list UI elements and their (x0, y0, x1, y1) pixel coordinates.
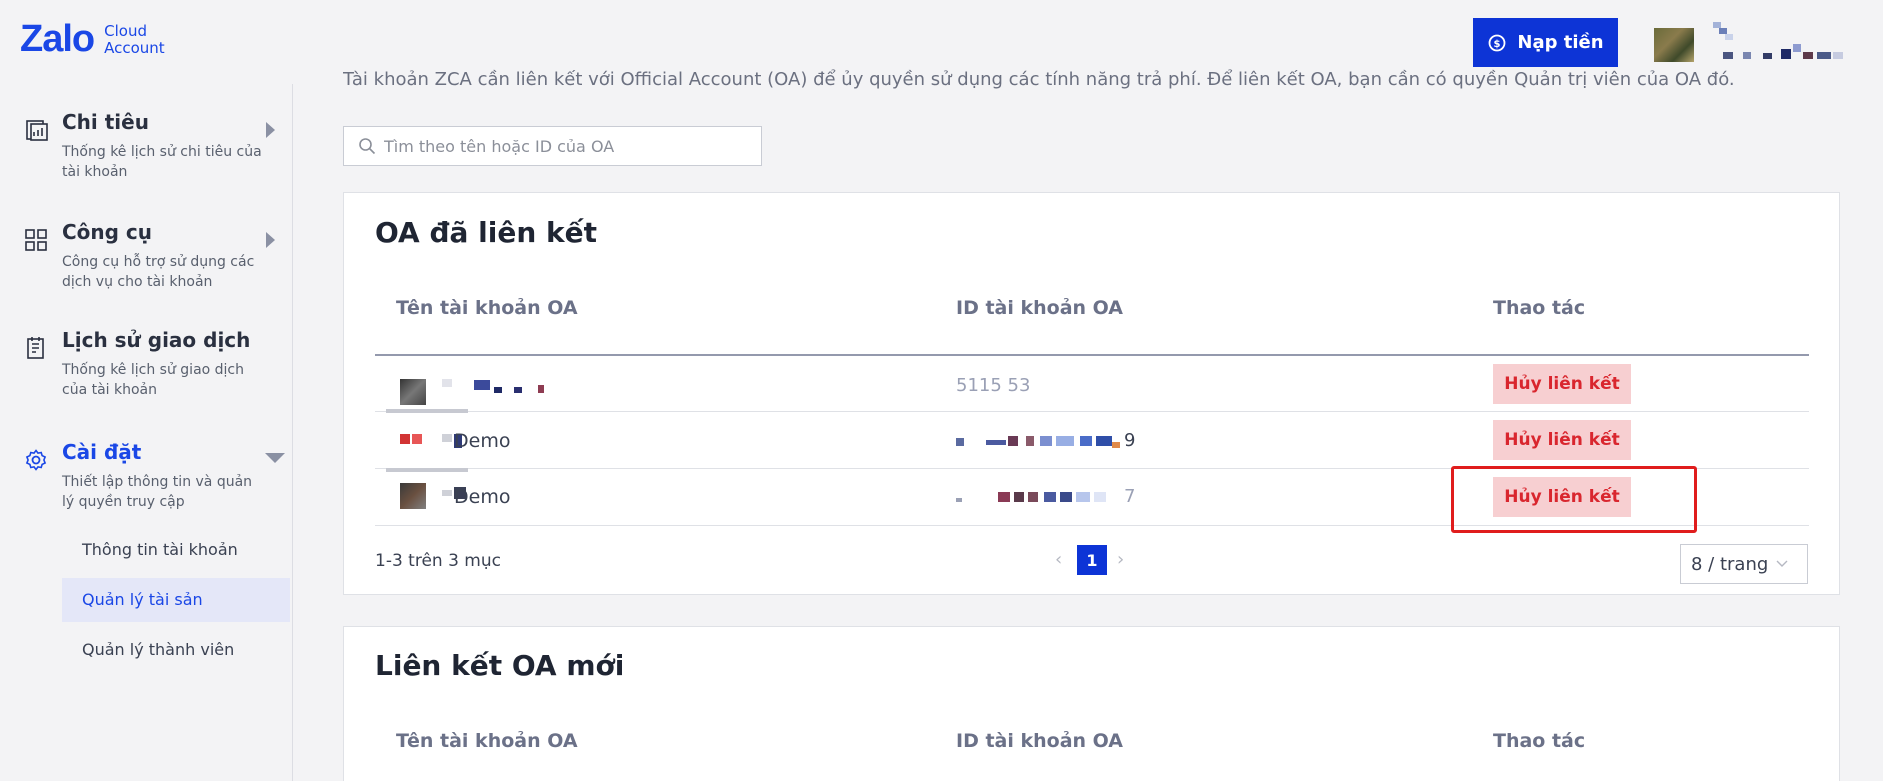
avatar[interactable] (1654, 28, 1694, 62)
oa-id-blurred: 9 (956, 430, 1166, 456)
report-icon (26, 120, 48, 141)
oa-name: Demo (454, 486, 511, 508)
oa-name: Demo (454, 430, 511, 452)
chevron-down-icon (1776, 560, 1788, 567)
transaction-history-icon (27, 337, 44, 359)
sidebar-sub-thong-tin-tai-khoan[interactable]: Thông tin tài khoản (62, 528, 290, 572)
menu-desc: Thống kê lịch sử chi tiêu của tài khoản (62, 144, 262, 180)
oa-id-blurred: 7 (956, 486, 1166, 512)
sidebar-item-chi-tieu[interactable]: Chi tiêu Thống kê lịch sử chi tiêu của t… (24, 110, 276, 190)
linked-oa-title: OA đã liên kết (375, 216, 598, 249)
new-oa-link-card: Liên kết OA mới Tên tài khoản OA ID tài … (343, 626, 1840, 781)
prev-page-icon[interactable]: ‹ (1055, 549, 1062, 570)
oa-avatar (400, 379, 426, 405)
col-header-action: Thao tác (1493, 730, 1586, 752)
oa-id-blurred: 5115 53 (956, 375, 1031, 396)
oa-avatar (400, 434, 410, 444)
col-header-name: Tên tài khoản OA (396, 297, 578, 319)
tools-grid-icon (25, 229, 47, 251)
svg-text:$: $ (1494, 39, 1501, 50)
search-box[interactable] (343, 126, 762, 166)
sidebar-item-cong-cu[interactable]: Công cụ Công cụ hỗ trợ sử dụng các dịch … (24, 220, 276, 300)
new-link-title: Liên kết OA mới (375, 649, 625, 682)
sidebar-item-lich-su-giao-dich[interactable]: Lịch sử giao dịch Thống kê lịch sử giao … (24, 328, 276, 408)
row-divider (375, 411, 1809, 412)
col-header-id: ID tài khoản OA (956, 730, 1124, 752)
user-name-blurred[interactable] (1713, 22, 1843, 64)
menu-desc: Thống kê lịch sử giao dịch của tài khoản (62, 362, 245, 398)
chevron-right-icon (266, 122, 275, 138)
page-size-select[interactable]: 8 / trang (1680, 544, 1808, 584)
col-header-id: ID tài khoản OA (956, 297, 1124, 319)
linked-oa-card: OA đã liên kết Tên tài khoản OA ID tài k… (343, 192, 1840, 595)
chevron-right-icon (266, 232, 275, 248)
next-page-icon[interactable]: › (1117, 549, 1124, 570)
chevron-down-icon (265, 453, 285, 463)
topup-button[interactable]: $ Nạp tiền (1473, 18, 1618, 67)
unlink-button[interactable]: Hủy liên kết (1493, 420, 1631, 460)
menu-title: Công cụ (62, 220, 153, 244)
unlink-button[interactable]: Hủy liên kết (1493, 364, 1631, 404)
logo-subtext: Cloud Account (104, 21, 165, 57)
sidebar-item-cai-dat[interactable]: Cài đặt Thiết lập thông tin và quản lý q… (24, 440, 285, 520)
sidebar-sub-quan-ly-tai-san[interactable]: Quản lý tài sản (62, 578, 290, 622)
sidebar: Chi tiêu Thống kê lịch sử chi tiêu của t… (0, 84, 293, 781)
menu-desc: Thiết lập thông tin và quản lý quyền tru… (62, 474, 253, 510)
col-header-name: Tên tài khoản OA (396, 730, 578, 752)
logo-text: Zalo (20, 18, 95, 60)
search-icon (359, 138, 376, 155)
page-number[interactable]: 1 (1077, 545, 1107, 575)
highlight-box (1451, 466, 1697, 533)
search-input[interactable] (384, 136, 754, 156)
sidebar-sub-quan-ly-thanh-vien[interactable]: Quản lý thành viên (62, 628, 290, 672)
menu-title: Chi tiêu (62, 110, 149, 134)
coin-refresh-icon: $ (1489, 34, 1506, 51)
gear-icon (25, 449, 47, 471)
col-header-action: Thao tác (1493, 297, 1586, 319)
intro-text: Tài khoản ZCA cần liên kết với Official … (343, 69, 1735, 90)
menu-title: Lịch sử giao dịch (62, 328, 251, 352)
menu-title: Cài đặt (62, 440, 142, 464)
pagination-info: 1-3 trên 3 mục (375, 551, 501, 571)
zalo-cloud-logo[interactable]: Zalo Cloud Account (20, 18, 165, 61)
oa-avatar (400, 483, 426, 509)
menu-desc: Công cụ hỗ trợ sử dụng các dịch vụ cho t… (62, 254, 255, 290)
table-header-divider (375, 354, 1809, 356)
